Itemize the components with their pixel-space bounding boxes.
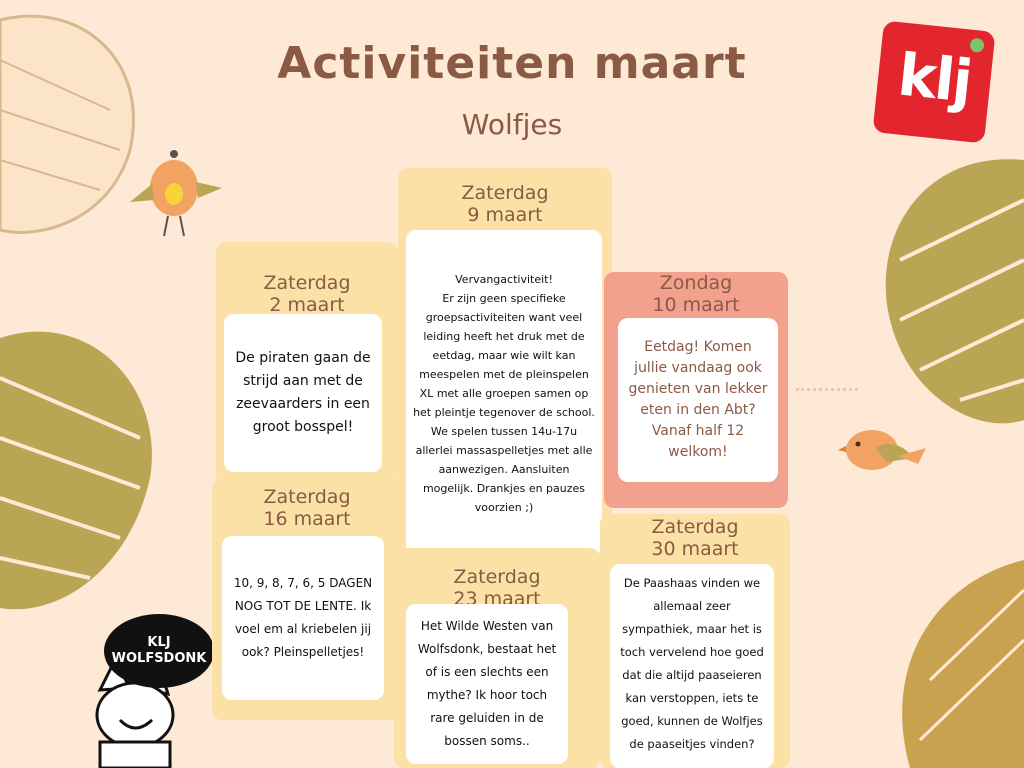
activity-description: Het Wilde Westen van Wolfsdonk, bestaat … [406,604,568,764]
activity-description: De piraten gaan de strijd aan met de zee… [224,314,382,472]
activity-date: 30 maart [651,538,739,560]
activity-panel-10-maart: Zondag 10 maart Eetdag! Komen jullie van… [604,272,788,508]
activity-date: 16 maart [263,508,351,530]
page-title: Activiteiten maart [277,38,747,89]
bird-icon [838,430,926,470]
activity-day: Zaterdag [461,182,549,204]
activity-panel-9-maart: Zaterdag 9 maart Vervangactiviteit! Er z… [398,168,612,568]
activity-day: Zaterdag [263,272,351,294]
klj-wolfsdonk-badge: KLJ WOLFSDONK [104,614,214,688]
leaf-olive-icon [902,560,1024,768]
badge-line-2: WOLFSDONK [111,651,207,666]
leaf-olive-icon [885,159,1024,424]
activity-date: 2 maart [269,294,345,316]
activity-panel-30-maart: Zaterdag 30 maart De Paashaas vinden we … [600,514,790,768]
activity-day: Zaterdag [263,486,351,508]
leaf-olive-icon [0,331,152,610]
activity-date: 10 maart [652,294,740,316]
bird-icon [130,150,222,237]
badge-line-1: KLJ [147,635,171,650]
page-subtitle: Wolfjes [461,108,563,141]
activity-panel-23-maart: Zaterdag 23 maart Het Wilde Westen van W… [394,548,600,768]
activity-day: Zaterdag [453,566,541,588]
activity-day: Zaterdag [651,516,739,538]
activity-date: 9 maart [467,204,543,226]
activity-day: Zondag [659,272,733,294]
activity-panel-16-maart: Zaterdag 16 maart 10, 9, 8, 7, 6, 5 DAGE… [212,478,402,720]
activity-panel-2-maart: Zaterdag 2 maart De piraten gaan de stri… [216,242,398,484]
dotted-line [796,388,858,391]
activity-description: Eetdag! Komen jullie vandaag ook geniete… [618,318,778,482]
activity-description: Vervangactiviteit! Er zijn geen specifie… [406,230,602,556]
activity-description: 10, 9, 8, 7, 6, 5 DAGEN NOG TOT DE LENTE… [222,536,384,700]
activity-description: De Paashaas vinden we allemaal zeer symp… [610,564,774,768]
